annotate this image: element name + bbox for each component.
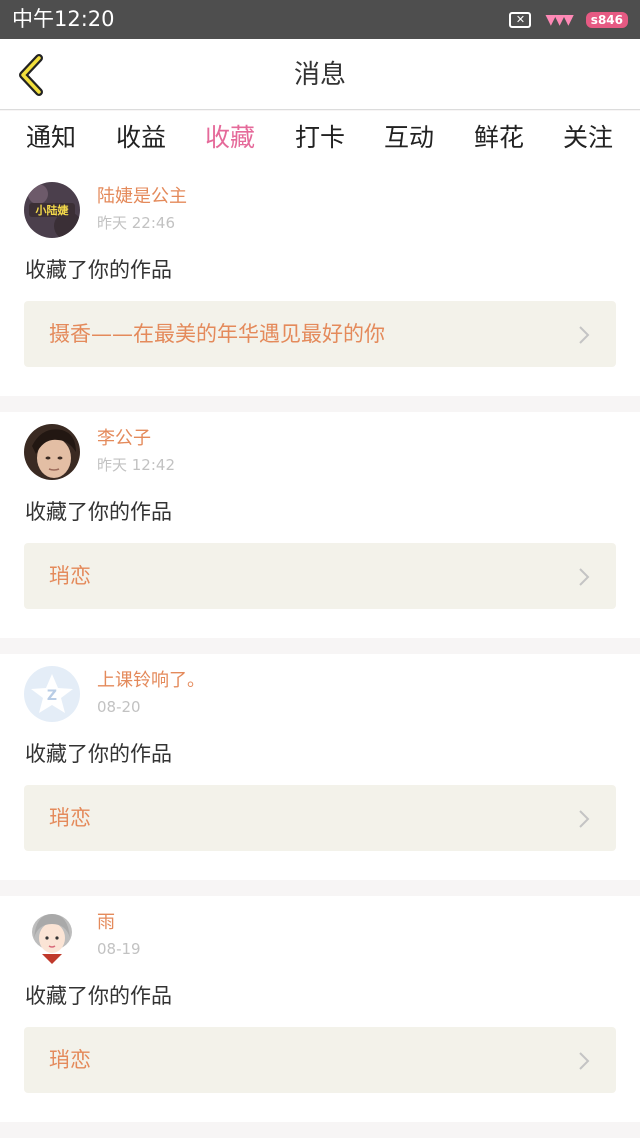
tab-label: 收藏 bbox=[204, 123, 255, 152]
tab-notification[interactable]: 通知 bbox=[11, 124, 91, 152]
tab-checkin[interactable]: 打卡 bbox=[280, 124, 360, 152]
tab-label: 打卡 bbox=[294, 123, 345, 152]
chevron-right-icon bbox=[579, 810, 590, 828]
svg-text:Z: Z bbox=[47, 688, 57, 704]
username[interactable]: 雨 bbox=[97, 912, 115, 934]
message-card: 雨 08-19 收藏了你的作品 琑恋 bbox=[0, 896, 640, 1122]
timestamp: 昨天 12:42 bbox=[97, 456, 175, 474]
avatar[interactable] bbox=[24, 908, 80, 964]
message-card: 李公子 昨天 12:42 收藏了你的作品 琑恋 bbox=[0, 412, 640, 638]
work-link[interactable]: 琑恋 bbox=[24, 785, 616, 851]
action-text: 收藏了你的作品 bbox=[25, 258, 172, 282]
app-header: 消息 bbox=[0, 39, 640, 110]
action-text: 收藏了你的作品 bbox=[25, 984, 172, 1008]
tab-label: 通知 bbox=[25, 123, 76, 152]
timestamp: 08-19 bbox=[97, 940, 141, 958]
chevron-right-icon bbox=[579, 326, 590, 344]
avatar[interactable]: Z bbox=[24, 666, 80, 722]
message-card: 小陆婕 陆婕是公主 昨天 22:46 收藏了你的作品 摄香——在最美的年华遇见最… bbox=[0, 170, 640, 396]
avatar[interactable]: 小陆婕 bbox=[24, 182, 80, 238]
timestamp: 08-20 bbox=[97, 698, 141, 716]
tab-favorites[interactable]: 收藏 bbox=[190, 123, 270, 174]
tab-label: 互动 bbox=[383, 123, 434, 152]
action-text: 收藏了你的作品 bbox=[25, 742, 172, 766]
tab-label: 收益 bbox=[115, 123, 166, 152]
tab-earnings[interactable]: 收益 bbox=[101, 124, 181, 152]
chevron-right-icon bbox=[579, 1052, 590, 1070]
username[interactable]: 李公子 bbox=[97, 428, 151, 450]
work-link[interactable]: 琑恋 bbox=[24, 543, 616, 609]
status-bar: 中午12:20 ✕ ▼▼▼ s846 bbox=[0, 0, 640, 39]
tab-flowers[interactable]: 鲜花 bbox=[459, 124, 539, 152]
work-title: 琑恋 bbox=[49, 1048, 91, 1072]
tab-label: 关注 bbox=[562, 123, 613, 152]
work-link[interactable]: 摄香——在最美的年华遇见最好的你 bbox=[24, 301, 616, 367]
avatar[interactable] bbox=[24, 424, 80, 480]
work-link[interactable]: 琑恋 bbox=[24, 1027, 616, 1093]
username[interactable]: 上课铃响了。 bbox=[97, 670, 205, 692]
action-text: 收藏了你的作品 bbox=[25, 500, 172, 524]
tab-bar: 通知 收益 收藏 打卡 互动 鲜花 关注 bbox=[0, 111, 640, 174]
tab-interaction[interactable]: 互动 bbox=[369, 124, 449, 152]
status-icons: ✕ ▼▼▼ s846 bbox=[509, 9, 628, 31]
signal-icon: ▼▼▼ bbox=[545, 12, 573, 28]
chevron-right-icon bbox=[579, 568, 590, 586]
tab-following[interactable]: 关注 bbox=[548, 124, 628, 152]
work-title: 琑恋 bbox=[49, 806, 91, 830]
message-card: Z 上课铃响了。 08-20 收藏了你的作品 琑恋 bbox=[0, 654, 640, 880]
battery-icon: s846 bbox=[585, 12, 628, 28]
status-time: 中午12:20 bbox=[12, 7, 115, 31]
close-box-icon: ✕ bbox=[509, 12, 532, 28]
page-title: 消息 bbox=[293, 60, 346, 90]
tab-label: 鲜花 bbox=[473, 123, 524, 152]
timestamp: 昨天 22:46 bbox=[97, 214, 175, 232]
username[interactable]: 陆婕是公主 bbox=[97, 186, 187, 208]
avatar-badge-text: 小陆婕 bbox=[35, 203, 70, 217]
work-title: 琑恋 bbox=[49, 564, 91, 588]
work-title: 摄香——在最美的年华遇见最好的你 bbox=[49, 322, 385, 346]
